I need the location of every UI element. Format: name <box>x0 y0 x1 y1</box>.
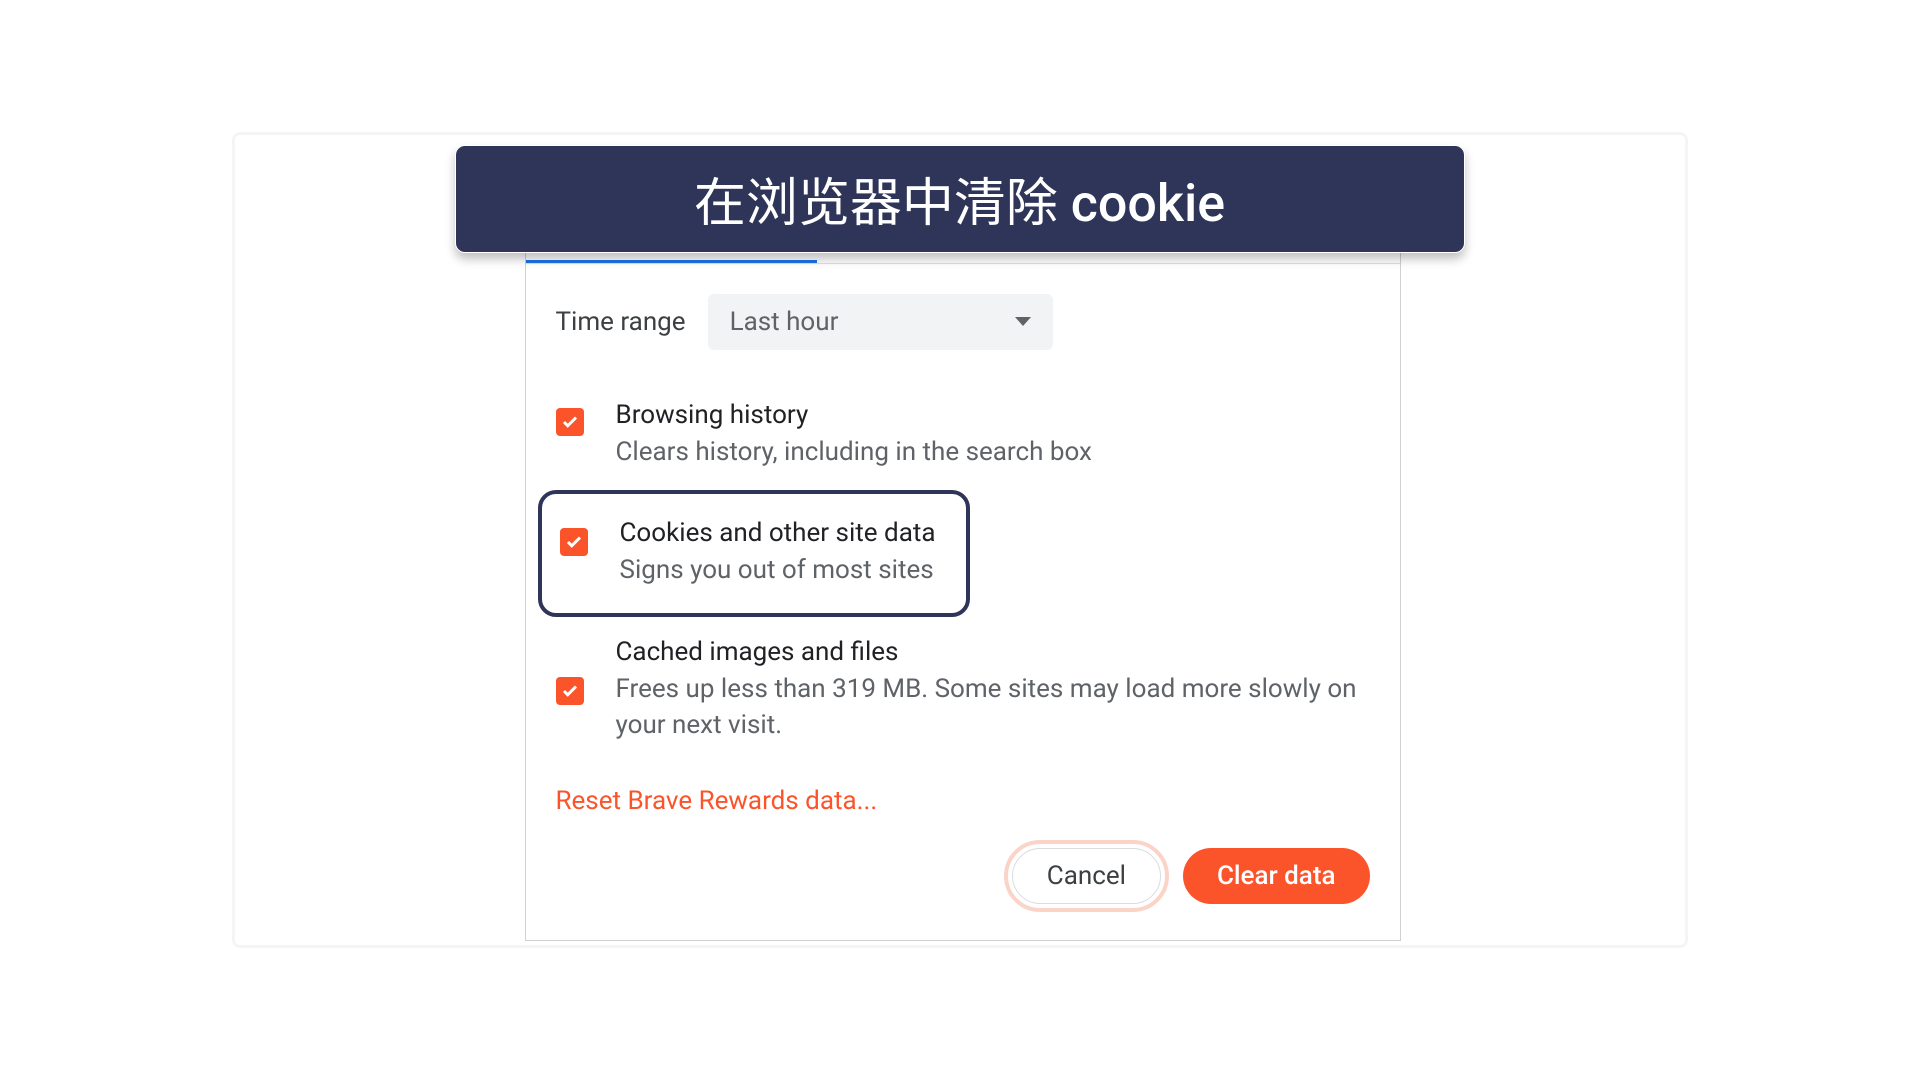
cancel-button[interactable]: Cancel <box>1012 848 1161 904</box>
cancel-highlight-ring: Cancel <box>1004 840 1169 912</box>
chevron-down-icon <box>1015 317 1031 326</box>
checkmark-icon <box>561 682 579 700</box>
option-text: Cached images and files Frees up less th… <box>616 637 1370 744</box>
clear-data-button[interactable]: Clear data <box>1183 848 1370 904</box>
option-cookies-highlighted[interactable]: Cookies and other site data Signs you ou… <box>538 490 970 616</box>
instruction-banner: 在浏览器中清除 cookie <box>455 145 1465 253</box>
reset-brave-rewards-link[interactable]: Reset Brave Rewards data... <box>556 786 878 816</box>
option-title: Cached images and files <box>616 637 1370 667</box>
option-cached-images[interactable]: Cached images and files Frees up less th… <box>556 623 1370 758</box>
option-desc: Frees up less than 319 MB. Some sites ma… <box>616 671 1370 744</box>
option-title: Browsing history <box>616 400 1092 430</box>
clear-browsing-data-dialog: Basic Advanced On exit Time range Last h… <box>525 193 1401 941</box>
time-range-row: Time range Last hour <box>556 294 1370 350</box>
checkmark-icon <box>565 533 583 551</box>
tutorial-frame: Basic Advanced On exit Time range Last h… <box>232 132 1688 948</box>
checkbox-cache[interactable] <box>556 677 584 705</box>
time-range-label: Time range <box>556 307 686 337</box>
dialog-content: Time range Last hour Browsing history Cl… <box>526 264 1400 816</box>
time-range-value: Last hour <box>730 307 839 337</box>
option-desc: Clears history, including in the search … <box>616 434 1092 470</box>
checkmark-icon <box>561 413 579 431</box>
checkbox-cookies[interactable] <box>560 528 588 556</box>
option-desc: Signs you out of most sites <box>620 552 936 588</box>
checkbox-browsing-history[interactable] <box>556 408 584 436</box>
option-title: Cookies and other site data <box>620 518 936 548</box>
dialog-footer: Cancel Clear data <box>526 816 1400 940</box>
option-text: Cookies and other site data Signs you ou… <box>620 518 936 588</box>
option-text: Browsing history Clears history, includi… <box>616 400 1092 470</box>
time-range-select[interactable]: Last hour <box>708 294 1053 350</box>
banner-title: 在浏览器中清除 cookie <box>694 161 1225 236</box>
option-browsing-history[interactable]: Browsing history Clears history, includi… <box>556 386 1370 484</box>
